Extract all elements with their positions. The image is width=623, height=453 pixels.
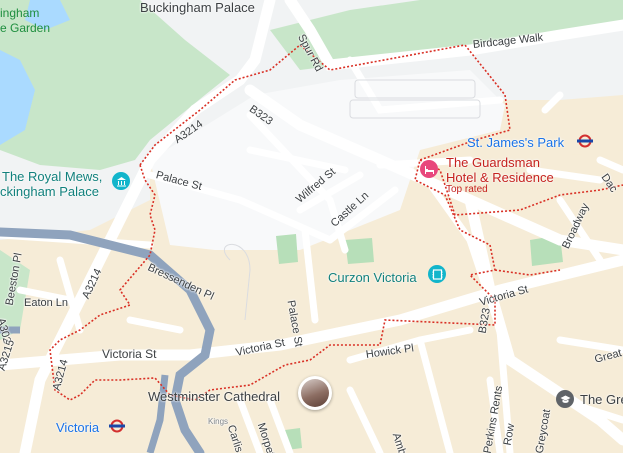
school-icon[interactable] [556,390,574,408]
map-canvas[interactable]: Buckingham Palace ingham e Garden Spur R… [0,0,623,453]
label-guardsman-badge: Top rated [446,184,488,195]
label-royal-mews-1[interactable]: The Royal Mews, [2,170,102,183]
label-curzon-victoria[interactable]: Curzon Victoria [328,271,417,284]
label-st-james-park[interactable]: St. James's Park [467,136,564,149]
label-palace-garden-1: ingham [0,6,40,20]
label-victoria-station[interactable]: Victoria [56,421,99,434]
hotel-icon[interactable] [420,160,438,178]
underground-icon[interactable] [576,134,594,148]
museum-icon[interactable] [112,172,130,190]
label-the-gre[interactable]: The Gre [580,393,623,406]
road-eaton-ln: Eaton Ln [24,297,69,309]
underground-icon[interactable] [108,419,126,433]
road-kings: Kings [208,417,229,426]
label-palace-garden-2: e Garden [0,21,51,35]
photo-marker-icon[interactable] [298,376,332,410]
label-westminster-cathedral[interactable]: Westminster Cathedral [148,390,280,403]
cinema-icon[interactable] [428,265,446,283]
label-buckingham-palace[interactable]: Buckingham Palace [140,1,255,14]
label-guardsman-2[interactable]: Hotel & Residence [446,171,554,184]
road-victoria-st-left: Victoria St [102,347,157,361]
label-royal-mews-2[interactable]: ckingham Palace [0,185,99,198]
label-guardsman-1[interactable]: The Guardsman [446,156,540,169]
